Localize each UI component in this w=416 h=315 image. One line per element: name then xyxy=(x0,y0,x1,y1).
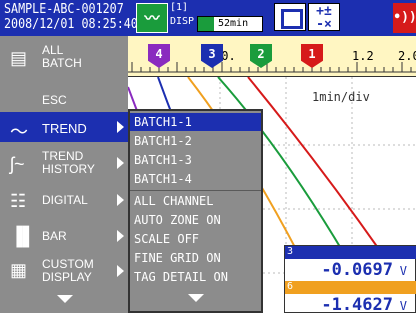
disp-label: DISP xyxy=(170,16,195,27)
menu-custom-display-line2: DISPLAY xyxy=(42,270,92,284)
bar-arrow-icon xyxy=(117,230,124,242)
custom-display-arrow-icon xyxy=(117,265,124,277)
menu-trend-history-line2: HISTORY xyxy=(42,162,95,176)
trend-icon: 〜 xyxy=(10,122,28,142)
trend-history-icon: ʃ~ xyxy=(10,154,25,174)
custom-display-icon: ▦ xyxy=(10,260,28,280)
submenu-divider xyxy=(130,190,261,191)
scale-bar: -0. 1.2 2.0 4 3 2 1 xyxy=(128,36,416,77)
submenu-auto-zone[interactable]: AUTO ZONE ON xyxy=(130,211,261,229)
submenu-batch1-1[interactable]: BATCH1-1 xyxy=(130,113,261,131)
math-icon-text: +± -× xyxy=(316,4,332,32)
group-number: [1] xyxy=(170,2,189,13)
memory-interval-fill xyxy=(198,17,214,31)
menu-bar-label: BAR xyxy=(42,229,67,243)
submenu-fine-grid[interactable]: FINE GRID ON xyxy=(130,249,261,267)
submenu-batch1-3[interactable]: BATCH1-3 xyxy=(130,151,261,169)
readout-ch3-header: 3 xyxy=(285,246,416,259)
scale-value-mid: 1.2 xyxy=(352,49,374,63)
memory-interval-label: 52min xyxy=(218,18,249,29)
menu-bar[interactable]: ▐▌ BAR xyxy=(0,222,128,250)
datetime-display: 2008/12/01 08:25:40 xyxy=(4,17,138,32)
readout-ch3-value: -0.0697 xyxy=(321,260,393,280)
readout-ch6-header: 6 xyxy=(285,281,416,294)
trend-history-arrow-icon xyxy=(117,157,124,169)
menu-all-batch-line2: BATCH xyxy=(42,56,82,70)
menu-esc[interactable]: ESC xyxy=(0,88,128,112)
bar-graph-icon: ▐▌ xyxy=(10,226,36,246)
memory-interval-bar: 52min xyxy=(197,16,263,32)
trend-submenu: BATCH1-1 BATCH1-2 BATCH1-3 BATCH1-4 ALL … xyxy=(128,109,263,313)
digital-arrow-icon xyxy=(117,194,124,206)
submenu-scroll-down-icon[interactable] xyxy=(188,294,204,302)
submenu-all-channel[interactable]: ALL CHANNEL xyxy=(130,192,261,210)
status-header: SAMPLE-ABC-001207 2008/12/01 08:25:40 〰 … xyxy=(0,0,416,36)
left-menu: ▤ ALL BATCH ESC 〜 TREND ʃ~ TREND HISTORY… xyxy=(0,36,128,313)
menu-digital-label: DIGITAL xyxy=(42,193,88,207)
submenu-tag-detail[interactable]: TAG DETAIL ON xyxy=(130,268,261,286)
time-div-label: 1min/div xyxy=(312,90,370,104)
display-mode-icon[interactable] xyxy=(274,3,306,31)
menu-trend-label: TREND xyxy=(42,121,87,136)
menu-scroll-down-icon[interactable] xyxy=(57,295,73,303)
submenu-batch1-4[interactable]: BATCH1-4 xyxy=(130,170,261,188)
trend-arrow-icon xyxy=(117,121,124,133)
submenu-batch1-2[interactable]: BATCH1-2 xyxy=(130,132,261,150)
digital-icon: ☷ xyxy=(10,191,27,211)
menu-trend-history[interactable]: ʃ~ TREND HISTORY xyxy=(0,146,128,180)
readout-ch6-unit: V xyxy=(399,299,407,313)
digital-readout-panel: 3 -0.0697 V 6 -1.4627 V xyxy=(284,245,416,315)
math-icon[interactable]: +± -× xyxy=(308,3,340,31)
menu-esc-label: ESC xyxy=(42,93,67,107)
readout-ch3-unit: V xyxy=(399,264,407,278)
menu-all-batch[interactable]: ▤ ALL BATCH xyxy=(0,40,128,76)
submenu-scale[interactable]: SCALE OFF xyxy=(130,230,261,248)
batch-name: SAMPLE-ABC-001207 xyxy=(4,2,124,17)
menu-trend[interactable]: 〜 TREND xyxy=(0,112,128,142)
trend-status-icon: 〰 xyxy=(136,3,168,33)
alarm-icon[interactable]: •)) xyxy=(393,3,416,33)
menu-digital[interactable]: ☷ DIGITAL xyxy=(0,186,128,214)
menu-custom-display[interactable]: ▦ CUSTOM DISPLAY xyxy=(0,254,128,288)
all-batch-icon: ▤ xyxy=(10,48,28,68)
scale-value-right: 2.0 xyxy=(398,49,416,63)
readout-ch6-value: -1.4627 xyxy=(321,295,393,315)
